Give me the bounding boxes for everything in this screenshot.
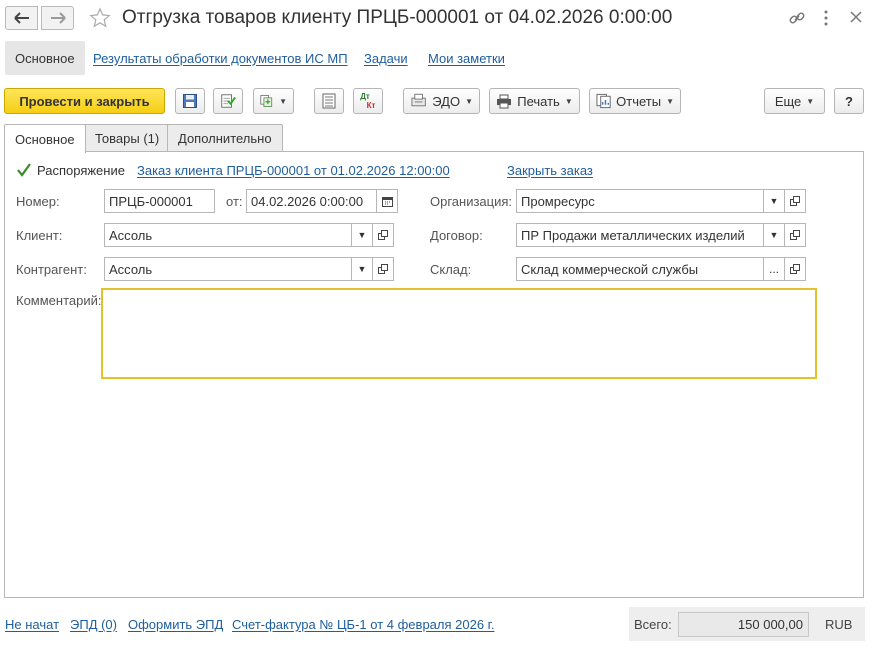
tab-goods[interactable]: Товары (1)	[84, 124, 171, 152]
post-button[interactable]	[213, 88, 243, 114]
epd-link[interactable]: ЭПД (0)	[70, 617, 117, 632]
chevron-down-icon: ▼	[564, 96, 573, 106]
counterparty-open-button[interactable]	[372, 257, 394, 281]
counterparty-label: Контрагент:	[16, 262, 87, 277]
more-vertical-icon[interactable]	[823, 9, 829, 30]
total-label: Всего:	[634, 617, 672, 632]
organization-open-button[interactable]	[784, 189, 806, 213]
open-icon	[378, 230, 388, 240]
open-icon	[790, 230, 800, 240]
date-field[interactable]: 04.02.2026 0:00:00	[246, 189, 377, 213]
client-field[interactable]: Ассоль	[104, 223, 352, 247]
open-icon	[790, 264, 800, 274]
comment-label: Комментарий:	[16, 293, 102, 308]
open-icon	[790, 196, 800, 206]
reports-icon	[596, 93, 611, 109]
counterparty-field[interactable]: Ассоль	[104, 257, 352, 281]
calendar-icon	[381, 196, 393, 207]
invoice-link[interactable]: Счет-фактура № ЦБ-1 от 4 февраля 2026 г.	[232, 617, 494, 632]
reports-button[interactable]: Отчеты ▼	[589, 88, 681, 114]
checkmark-icon	[17, 163, 31, 177]
back-button[interactable]	[5, 6, 38, 30]
client-label: Клиент:	[16, 228, 63, 243]
organization-field[interactable]: Промресурс	[516, 189, 764, 213]
section-tasks[interactable]: Задачи	[354, 41, 418, 75]
status-link[interactable]: Не начат	[5, 617, 59, 632]
order-checkbox-label: Распоряжение	[37, 163, 125, 178]
forward-button[interactable]	[41, 6, 74, 30]
client-dropdown-button[interactable]: ▼	[351, 223, 373, 247]
chevron-down-icon: ▼	[357, 230, 367, 240]
kt-label: Кт	[366, 101, 376, 110]
help-button[interactable]: ?	[834, 88, 864, 114]
order-checkbox[interactable]	[16, 162, 32, 181]
arrow-right-icon	[50, 12, 66, 24]
calendar-button[interactable]	[376, 189, 398, 213]
tab-additional[interactable]: Дополнительно	[167, 124, 283, 152]
section-main[interactable]: Основное	[5, 41, 85, 75]
warehouse-select-button[interactable]: ...	[763, 257, 785, 281]
arrow-left-icon	[13, 12, 29, 24]
chevron-down-icon: ▼	[769, 230, 779, 240]
dt-label: Дт	[360, 92, 370, 101]
contract-label: Договор:	[430, 228, 483, 243]
tab-main[interactable]: Основное	[4, 124, 86, 153]
chevron-down-icon: ▼	[806, 96, 815, 106]
floppy-disk-icon	[183, 94, 197, 108]
printer-icon	[497, 94, 512, 108]
number-label: Номер:	[16, 194, 60, 209]
close-order-link[interactable]: Закрыть заказ	[507, 163, 593, 178]
link-icon[interactable]	[788, 9, 806, 30]
warehouse-label: Склад:	[430, 262, 472, 277]
create-based-on-button[interactable]: ▼	[253, 88, 294, 114]
client-order-link[interactable]: Заказ клиента ПРЦБ-000001 от 01.02.2026 …	[137, 163, 450, 178]
chevron-down-icon: ▼	[279, 96, 287, 106]
counterparty-dropdown-button[interactable]: ▼	[351, 257, 373, 281]
more-label: Еще	[774, 93, 802, 109]
document-list-icon	[322, 93, 336, 109]
save-button[interactable]	[175, 88, 205, 114]
organization-label: Организация:	[430, 194, 513, 209]
post-and-close-button[interactable]: Провести и закрыть	[4, 88, 165, 114]
dt-kt-button[interactable]: Дт Кт	[353, 88, 383, 114]
open-icon	[378, 264, 388, 274]
total-field: 150 000,00	[678, 612, 809, 637]
chevron-down-icon: ▼	[769, 196, 779, 206]
print-button[interactable]: Печать ▼	[489, 88, 580, 114]
more-button[interactable]: Еще ▼	[764, 88, 825, 114]
date-label: от:	[226, 194, 243, 209]
chevron-down-icon: ▼	[465, 96, 473, 106]
warehouse-open-button[interactable]	[784, 257, 806, 281]
organization-dropdown-button[interactable]: ▼	[763, 189, 785, 213]
print-label: Печать	[517, 93, 560, 109]
section-my-notes[interactable]: Мои заметки	[418, 41, 515, 75]
contract-dropdown-button[interactable]: ▼	[763, 223, 785, 247]
edo-icon	[411, 93, 426, 107]
window-title: Отгрузка товаров клиенту ПРЦБ-000001 от …	[122, 7, 673, 28]
reports-label: Отчеты	[616, 93, 662, 109]
make-epd-link[interactable]: Оформить ЭПД	[128, 617, 223, 632]
post-document-icon	[221, 94, 236, 108]
comment-field[interactable]	[101, 288, 817, 379]
contract-field[interactable]: ПР Продажи металлических изделий	[516, 223, 764, 247]
close-icon[interactable]	[850, 11, 862, 26]
chevron-down-icon: ▼	[357, 264, 367, 274]
warehouse-field[interactable]: Склад коммерческой службы	[516, 257, 764, 281]
currency-label: RUB	[825, 617, 853, 632]
section-ismp-results[interactable]: Результаты обработки документов ИС МП	[83, 41, 358, 75]
favorite-star-icon[interactable]	[89, 7, 111, 32]
number-field[interactable]: ПРЦБ-000001	[104, 189, 215, 213]
chevron-down-icon: ▼	[666, 96, 674, 106]
client-open-button[interactable]	[372, 223, 394, 247]
ellipsis-icon: ...	[768, 262, 779, 276]
create-based-on-icon	[260, 95, 273, 107]
edo-label: ЭДО	[432, 93, 461, 109]
journal-button[interactable]	[314, 88, 344, 114]
contract-open-button[interactable]	[784, 223, 806, 247]
edo-button[interactable]: ЭДО ▼	[403, 88, 480, 114]
